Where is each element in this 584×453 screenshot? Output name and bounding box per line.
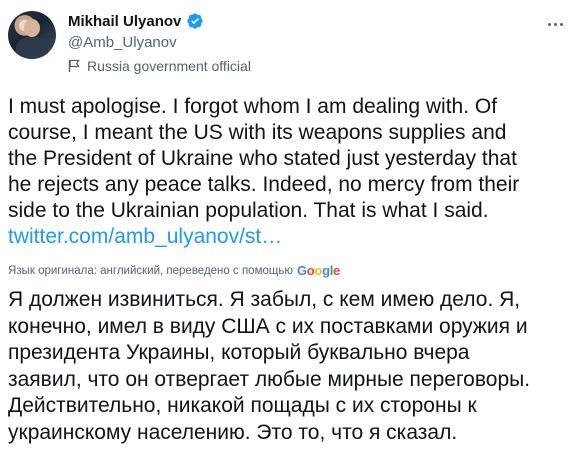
author-handle[interactable]: @Amb_Ulyanov bbox=[68, 34, 177, 51]
translation-note: Язык оригинала: английский, переведено с… bbox=[8, 263, 340, 278]
google-logo: Google bbox=[296, 263, 340, 278]
government-label[interactable]: Russia government official bbox=[68, 58, 251, 74]
government-label-text: Russia government official bbox=[87, 58, 251, 74]
more-options-icon[interactable] bbox=[542, 14, 568, 34]
avatar[interactable] bbox=[8, 11, 56, 59]
translated-text: Я должен извиниться. Я забыл, с кем имею… bbox=[8, 288, 531, 444]
tweet-text: I must apologise. I forgot whom I am dea… bbox=[8, 94, 578, 250]
tweet-header: Mikhail Ulyanov @Amb_Ulyanov Russia gove… bbox=[8, 8, 576, 78]
tweet-link[interactable]: twitter.com/amb_ulyanov/st… bbox=[8, 225, 282, 248]
translation-note-text: Язык оригинала: английский, переведено с… bbox=[8, 264, 293, 277]
flag-icon bbox=[68, 59, 81, 73]
author-name-row: Mikhail Ulyanov bbox=[68, 12, 204, 30]
tweet-body: I must apologise. I forgot whom I am dea… bbox=[8, 95, 520, 222]
verified-badge-icon bbox=[186, 12, 204, 30]
author-name[interactable]: Mikhail Ulyanov bbox=[68, 13, 181, 30]
